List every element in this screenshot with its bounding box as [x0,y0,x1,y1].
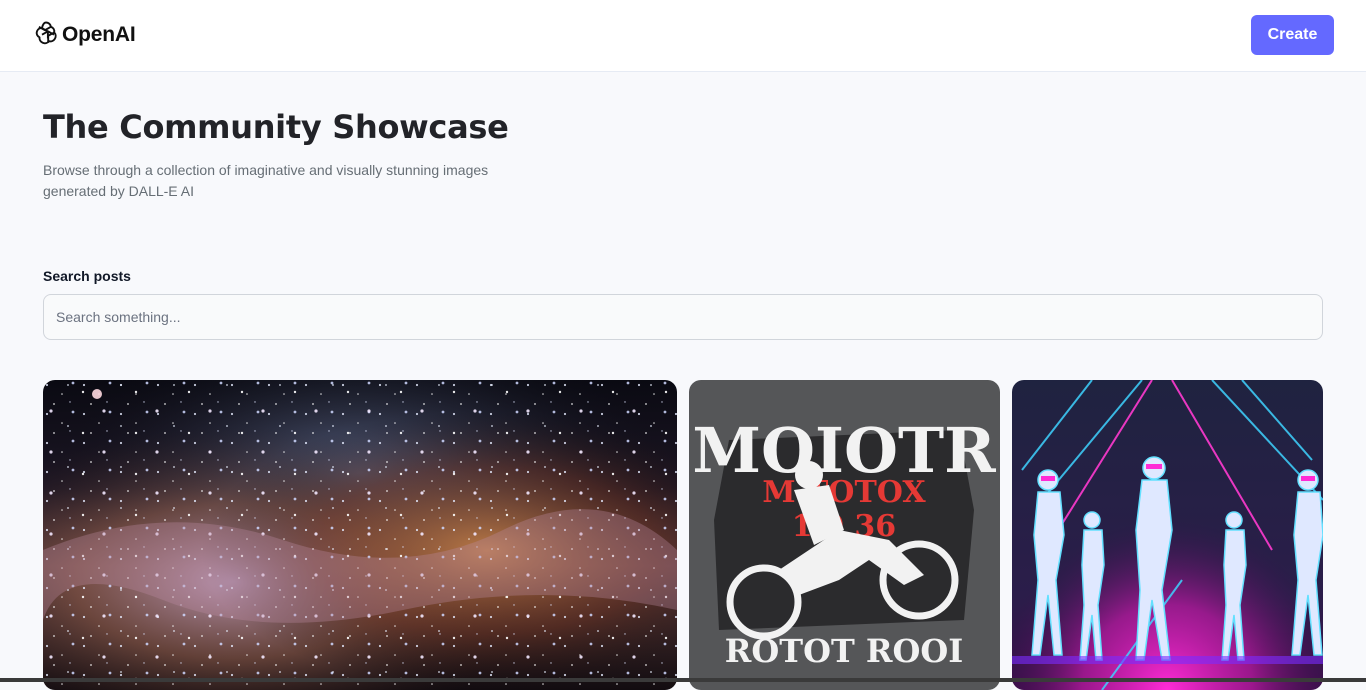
galaxy-nebula-image [43,380,677,690]
page-title: The Community Showcase [43,108,509,146]
bottom-edge [0,678,1366,682]
gallery-card-motocross[interactable]: MOIOTR M TOTOX 1 0 36 ROTOT ROOI [689,380,1000,690]
search-input[interactable] [43,294,1323,340]
image-text-bottom: ROTOT ROOI [725,632,963,670]
openai-logo-icon [32,19,60,52]
motocross-tshirt-design-image: MOIOTR M TOTOX 1 0 36 ROTOT ROOI [689,380,1000,690]
openai-logo-link[interactable]: OpenAI [32,19,136,52]
neon-dancers-image [1012,380,1323,690]
top-navbar: OpenAI Create [0,0,1366,72]
logo-text: OpenAI [62,23,136,46]
gallery-card-neon-dancers[interactable] [1012,380,1323,690]
image-text-mid: M TOTOX [762,475,926,510]
gallery-card-galaxy[interactable] [43,380,677,690]
page-subtitle: Browse through a collection of imaginati… [43,162,489,199]
create-button[interactable]: Create [1251,15,1334,55]
search-label: Search posts [43,268,131,284]
